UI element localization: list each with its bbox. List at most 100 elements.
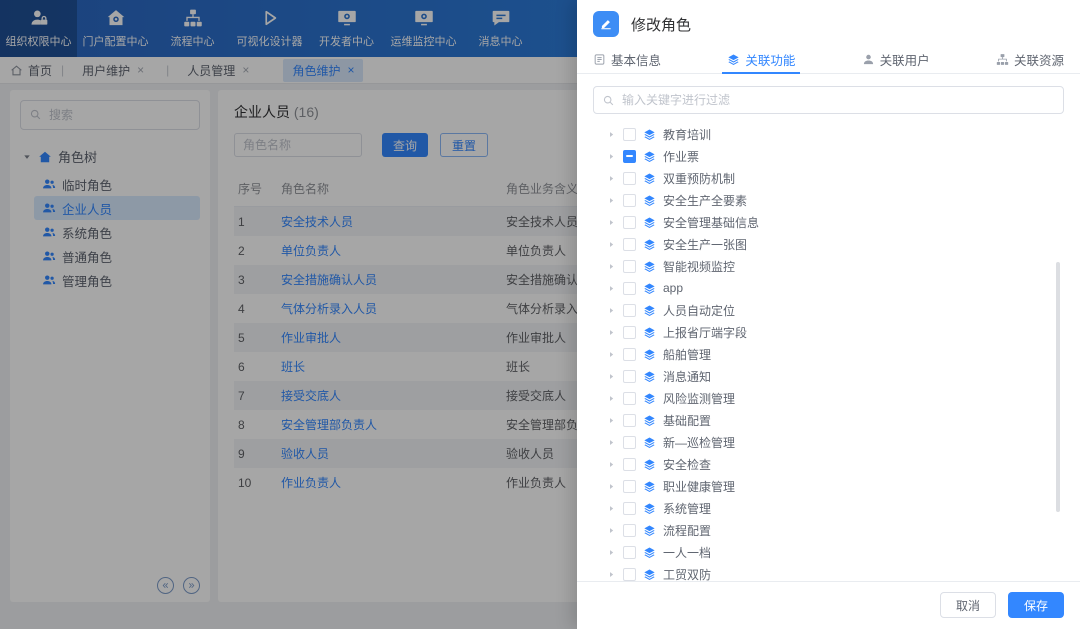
- tree-node[interactable]: 安全生产全要素: [593, 189, 1064, 211]
- caret-right-icon[interactable]: [607, 174, 616, 183]
- checkbox[interactable]: [623, 480, 636, 493]
- tree-node-label[interactable]: 安全生产一张图: [663, 236, 747, 253]
- caret-right-icon[interactable]: [607, 438, 616, 447]
- tree-node-label[interactable]: 系统管理: [663, 500, 711, 517]
- checkbox[interactable]: [623, 282, 636, 295]
- caret-right-icon[interactable]: [607, 218, 616, 227]
- tree-node[interactable]: app: [593, 277, 1064, 299]
- tree-node[interactable]: 流程配置: [593, 519, 1064, 541]
- caret-right-icon[interactable]: [607, 284, 616, 293]
- edit-icon-badge: [593, 11, 619, 37]
- checkbox[interactable]: [623, 524, 636, 537]
- checkbox[interactable]: [623, 172, 636, 185]
- checkbox[interactable]: [623, 128, 636, 141]
- caret-right-icon[interactable]: [607, 482, 616, 491]
- tree-node[interactable]: 风险监测管理: [593, 387, 1064, 409]
- layers-icon: [643, 282, 656, 295]
- tree-node-label[interactable]: 安全管理基础信息: [663, 214, 759, 231]
- checkbox[interactable]: [623, 370, 636, 383]
- checkbox[interactable]: [623, 348, 636, 361]
- checkbox[interactable]: [623, 502, 636, 515]
- tree-node[interactable]: 基础配置: [593, 409, 1064, 431]
- tree-node-label[interactable]: 风险监测管理: [663, 390, 735, 407]
- tree-node[interactable]: 安全生产一张图: [593, 233, 1064, 255]
- checkbox[interactable]: [623, 326, 636, 339]
- caret-right-icon[interactable]: [607, 130, 616, 139]
- caret-right-icon[interactable]: [607, 548, 616, 557]
- checkbox[interactable]: [623, 458, 636, 471]
- layers-icon: [643, 546, 656, 559]
- caret-right-icon[interactable]: [607, 416, 616, 425]
- scrollbar-thumb[interactable]: [1056, 262, 1060, 512]
- checkbox[interactable]: [623, 546, 636, 559]
- checkbox[interactable]: [623, 568, 636, 581]
- save-button[interactable]: 保存: [1008, 592, 1064, 618]
- checkbox[interactable]: [623, 304, 636, 317]
- checkbox[interactable]: [623, 260, 636, 273]
- tree-node-label[interactable]: 一人一档: [663, 544, 711, 561]
- layers-icon: [643, 480, 656, 493]
- tree-node-label[interactable]: 工贸双防: [663, 566, 711, 583]
- tree-node[interactable]: 智能视频监控: [593, 255, 1064, 277]
- caret-right-icon[interactable]: [607, 526, 616, 535]
- caret-right-icon[interactable]: [607, 460, 616, 469]
- tree-node[interactable]: 消息通知: [593, 365, 1064, 387]
- tree-node-label[interactable]: 安全生产全要素: [663, 192, 747, 209]
- drawer-tab[interactable]: 关联用户: [862, 46, 930, 73]
- checkbox[interactable]: [623, 392, 636, 405]
- layers-icon: [643, 348, 656, 361]
- tree-node[interactable]: 教育培训: [593, 123, 1064, 145]
- checkbox[interactable]: [623, 414, 636, 427]
- tree-node-label[interactable]: 双重预防机制: [663, 170, 735, 187]
- tree-node[interactable]: 一人一档: [593, 541, 1064, 563]
- tree-node-label[interactable]: 新—巡检管理: [663, 434, 735, 451]
- tree-node-label[interactable]: 船舶管理: [663, 346, 711, 363]
- tree-node[interactable]: 职业健康管理: [593, 475, 1064, 497]
- tree-node[interactable]: 新—巡检管理: [593, 431, 1064, 453]
- tree-node-label[interactable]: 人员自动定位: [663, 302, 735, 319]
- caret-right-icon[interactable]: [607, 372, 616, 381]
- tree-node[interactable]: 安全检查: [593, 453, 1064, 475]
- checkbox[interactable]: [623, 216, 636, 229]
- caret-right-icon[interactable]: [607, 350, 616, 359]
- tree-node-label[interactable]: 流程配置: [663, 522, 711, 539]
- caret-right-icon[interactable]: [607, 504, 616, 513]
- checkbox[interactable]: [623, 238, 636, 251]
- tree-node[interactable]: 双重预防机制: [593, 167, 1064, 189]
- checkbox[interactable]: [623, 194, 636, 207]
- tree-node[interactable]: 船舶管理: [593, 343, 1064, 365]
- caret-right-icon[interactable]: [607, 196, 616, 205]
- tree-node[interactable]: 人员自动定位: [593, 299, 1064, 321]
- tree-node-label[interactable]: 消息通知: [663, 368, 711, 385]
- tree-node[interactable]: 系统管理: [593, 497, 1064, 519]
- checkbox[interactable]: [623, 436, 636, 449]
- checkbox[interactable]: [623, 150, 636, 163]
- tree-node-label[interactable]: 教育培训: [663, 126, 711, 143]
- caret-right-icon[interactable]: [607, 306, 616, 315]
- cancel-button[interactable]: 取消: [940, 592, 996, 618]
- tree-node-label[interactable]: 智能视频监控: [663, 258, 735, 275]
- tree-node-label[interactable]: 安全检查: [663, 456, 711, 473]
- caret-right-icon[interactable]: [607, 152, 616, 161]
- function-filter-input[interactable]: [593, 86, 1064, 114]
- caret-right-icon[interactable]: [607, 394, 616, 403]
- tree-node[interactable]: 作业票: [593, 145, 1064, 167]
- caret-right-icon[interactable]: [607, 240, 616, 249]
- tree-node[interactable]: 安全管理基础信息: [593, 211, 1064, 233]
- tree-node-label[interactable]: 基础配置: [663, 412, 711, 429]
- tree-node-label[interactable]: 作业票: [663, 148, 699, 165]
- tree-node[interactable]: 上报省厅端字段: [593, 321, 1064, 343]
- tree-node-label[interactable]: app: [663, 281, 683, 295]
- layers-icon: [643, 260, 656, 273]
- drawer-tabs: 基本信息 关联功能 关联用户 关联资源: [577, 46, 1080, 74]
- caret-right-icon[interactable]: [607, 328, 616, 337]
- drawer-tab[interactable]: 基本信息: [593, 46, 661, 73]
- layers-icon: [643, 194, 656, 207]
- drawer-tab[interactable]: 关联资源: [996, 46, 1064, 73]
- caret-right-icon[interactable]: [607, 570, 616, 579]
- caret-right-icon[interactable]: [607, 262, 616, 271]
- tree-node-label[interactable]: 上报省厅端字段: [663, 324, 747, 341]
- function-tree: 教育培训 作业票 双重预防机制: [577, 121, 1080, 587]
- tree-node-label[interactable]: 职业健康管理: [663, 478, 735, 495]
- drawer-tab[interactable]: 关联功能: [727, 46, 795, 73]
